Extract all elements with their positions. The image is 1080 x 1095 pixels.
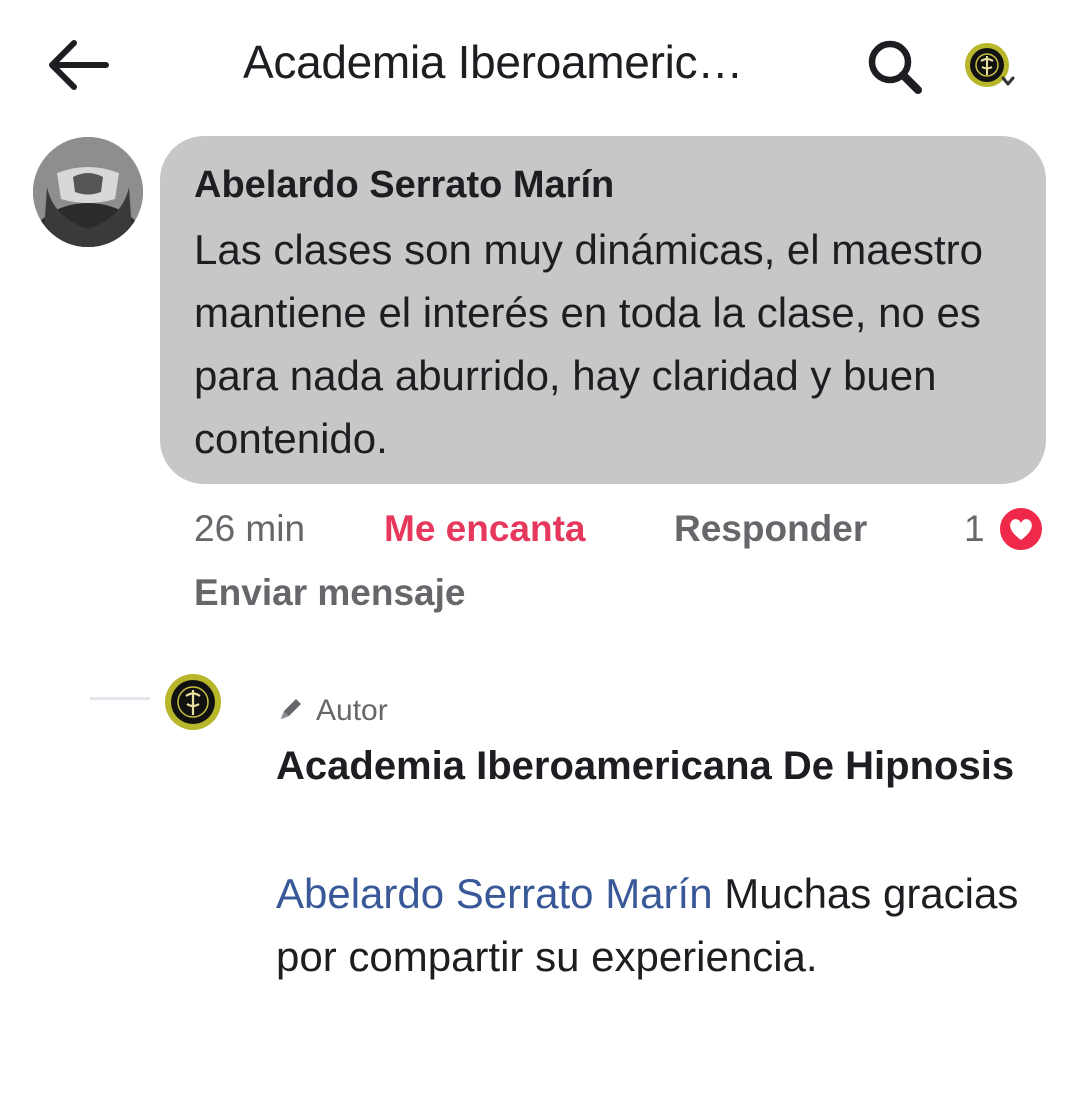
reaction-count: 1: [964, 508, 985, 549]
send-message-button[interactable]: Enviar mensaje: [194, 572, 465, 614]
search-icon: [868, 40, 922, 94]
academy-avatar[interactable]: [164, 673, 222, 731]
reply-author-name[interactable]: Academia Iberoamericana De Hipnosis: [276, 734, 1036, 798]
reply-text-block: Abelardo Serrato Marín Muchas gracias po…: [276, 862, 1036, 988]
academy-logo-icon: [165, 674, 221, 730]
comment-text: Las clases son muy dinámicas, el maestro…: [194, 226, 983, 462]
comment-actions: 26 min Me encanta Responder 1 Enviar men…: [194, 500, 1054, 620]
love-reaction-button[interactable]: Me encanta: [384, 508, 586, 550]
author-badge-label: Autor: [316, 694, 388, 727]
arrow-left-icon: [49, 40, 109, 90]
comment-thread-screen: Academia Iberoameric… Abelardo Serrato M…: [0, 0, 1080, 1095]
comment-bubble[interactable]: Abelardo Serrato Marín Las clases son mu…: [160, 136, 1046, 484]
thread-connector-line: [90, 697, 150, 700]
heart-icon: [998, 506, 1044, 552]
mention-link[interactable]: Abelardo Serrato Marín: [276, 870, 713, 917]
comment-timestamp: 26 min: [194, 508, 306, 549]
page-profile-icon: [965, 43, 1015, 87]
back-button[interactable]: [40, 30, 120, 100]
search-button[interactable]: [860, 32, 930, 102]
comment-author-name[interactable]: Abelardo Serrato Marín: [194, 160, 1016, 210]
page-title: Academia Iberoameric…: [243, 36, 743, 88]
top-bar: Academia Iberoameric…: [0, 0, 1080, 130]
reaction-summary[interactable]: 1: [964, 504, 1046, 554]
pencil-icon: [281, 699, 301, 719]
next-item-clipped: [276, 1078, 1036, 1095]
commenter-avatar[interactable]: [33, 137, 143, 247]
person-photo-icon: [33, 137, 143, 247]
profile-switcher-button[interactable]: [955, 32, 1035, 102]
reply-button[interactable]: Responder: [674, 508, 867, 550]
